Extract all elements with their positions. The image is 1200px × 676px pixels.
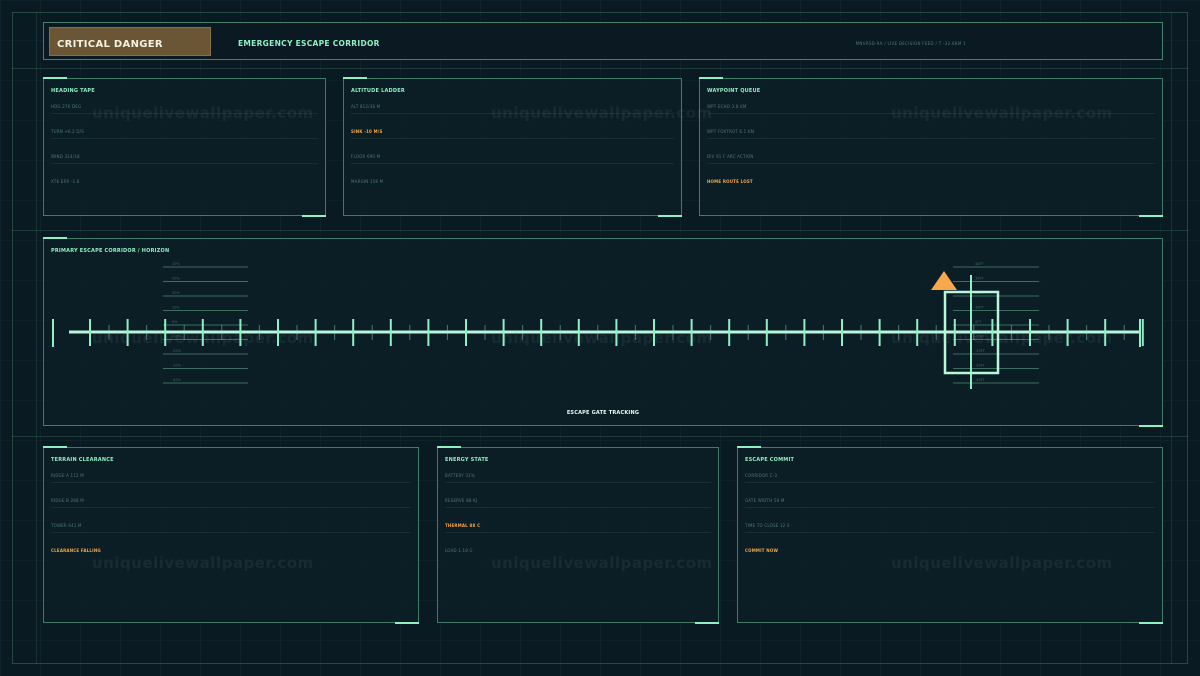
panel-corner [395, 622, 419, 624]
waypoint-row-warning: HOME ROUTE LOST [707, 179, 753, 184]
row-divider [351, 113, 674, 114]
panel-corner [1139, 622, 1163, 624]
energy-state-panel: ENERGY STATE BATTERY 31% RESERVE 88 KJ T… [437, 446, 719, 624]
frame-divider [12, 436, 1188, 437]
row-divider [445, 532, 711, 533]
escape-commit-panel: ESCAPE COMMIT CORRIDOR C-3 GATE WIDTH 58… [737, 446, 1163, 624]
terrain-clearance-panel: TERRAIN CLEARANCE RIDGE A 112 M RIDGE B … [43, 446, 419, 624]
panel-title: ESCAPE COMMIT [745, 457, 795, 463]
panel-corner [343, 77, 367, 79]
altitude-ladder-label: -20FT [975, 349, 986, 353]
row-divider [707, 138, 1155, 139]
heading-row: TURN +6.2 D/S [51, 129, 84, 134]
pitch-ladder-label: 20% [172, 291, 180, 295]
pitch-ladder-label: 30% [172, 277, 180, 281]
altitude-row-warning: SINK -10 M/S [351, 129, 383, 134]
row-divider [351, 138, 674, 139]
row-divider [745, 532, 1155, 533]
terrain-row-warning: CLEARANCE FALLING [51, 548, 101, 553]
altitude-row: FLOOR 690 M [351, 154, 381, 159]
energy-row: LOAD 1.18 G [445, 548, 473, 553]
heading-tape-panel: HEADING TAPE HDG 276 DEG TURN +6.2 D/S W… [43, 77, 326, 217]
commit-row: GATE WIDTH 58 M [745, 498, 785, 503]
terrain-row: TOWER 641 M [51, 523, 82, 528]
waypoint-row: DIV 91 F ARC ACTION [707, 154, 754, 159]
altitude-ladder-label: -10FT [975, 335, 986, 339]
row-divider [745, 482, 1155, 483]
critical-danger-badge: CRITICAL DANGER [49, 27, 211, 56]
frame-divider [1171, 12, 1172, 664]
heading-row: HDG 276 DEG [51, 104, 82, 109]
row-divider [51, 532, 411, 533]
header-bar: CRITICAL DANGER EMERGENCY ESCAPE CORRIDO… [43, 22, 1163, 60]
panel-title: ENERGY STATE [445, 457, 489, 463]
commit-row: TIME TO CLOSE 12 S [745, 523, 790, 528]
row-divider [51, 163, 318, 164]
panel-corner [695, 622, 719, 624]
terrain-row: RIDGE A 112 M [51, 473, 84, 478]
heading-row: XTK ERR -1.8 [51, 179, 80, 184]
pitch-ladder-label: 0% [172, 320, 178, 324]
warning-triangle-icon [931, 271, 957, 290]
altitude-ladder-label: 30FT [975, 277, 984, 281]
pitch-ladder-label: 10% [172, 262, 180, 266]
altitude-row: ALT 812/36 M [351, 104, 381, 109]
energy-row: RESERVE 88 KJ [445, 498, 478, 503]
status-label: CRITICAL DANGER [57, 39, 163, 50]
row-divider [707, 113, 1155, 114]
row-divider [51, 113, 318, 114]
pitch-ladder-label: -30% [172, 364, 182, 368]
row-divider [351, 163, 674, 164]
panel-corner [699, 77, 723, 79]
waypoint-row: WPT FOXTROT 6.1 KM [707, 129, 755, 134]
gate-tracking-label: ESCAPE GATE TRACKING [566, 410, 640, 416]
page-title: EMERGENCY ESCAPE CORRIDOR [238, 39, 380, 48]
pitch-ladder-label: -20% [172, 349, 182, 353]
commit-row: CORRIDOR C-3 [745, 473, 778, 478]
pitch-ladder-label: 10% [172, 306, 180, 310]
panel-title: HEADING TAPE [51, 88, 95, 94]
energy-row: BATTERY 31% [445, 473, 475, 478]
row-divider [51, 507, 411, 508]
altitude-ladder-label: 40FT [975, 262, 984, 266]
panel-corner [737, 446, 761, 448]
frame-divider [12, 230, 1188, 231]
row-divider [51, 138, 318, 139]
panel-corner [658, 215, 682, 217]
row-divider [707, 163, 1155, 164]
panel-corner [302, 215, 326, 217]
pitch-ladder-label: -40% [172, 378, 182, 382]
pitch-ladder-label: -10% [172, 335, 182, 339]
horizon-display: 10%30%20%10%0%-10%-20%-30%-40% 40FT30FT2… [52, 262, 1144, 389]
panel-corner [43, 446, 67, 448]
altitude-ladder-label: -40FT [975, 378, 986, 382]
panel-corner [1139, 215, 1163, 217]
altitude-ladder-panel: ALTITUDE LADDER ALT 812/36 M SINK -10 M/… [343, 77, 682, 217]
waypoint-queue-panel: WAYPOINT QUEUE WPT ECHO 3.8 KM WPT FOXTR… [699, 77, 1163, 217]
heading-row: WIND 314/18 [51, 154, 80, 159]
waypoint-row: WPT ECHO 3.8 KM [707, 104, 747, 109]
panel-corner [43, 77, 67, 79]
row-divider [445, 507, 711, 508]
panel-title: WAYPOINT QUEUE [707, 88, 761, 94]
frame-divider [12, 68, 1188, 69]
escape-corridor-panel: PRIMARY ESCAPE CORRIDOR / HORIZON 10% 30%… [43, 237, 1163, 427]
row-divider [51, 482, 411, 483]
terrain-row: RIDGE B 268 M [51, 498, 84, 503]
altitude-row: MARGIN 158 M [351, 179, 384, 184]
altitude-ladder-label: 10FT [975, 306, 984, 310]
altitude-ladder-label: 0FT [975, 320, 982, 324]
frame-divider [36, 12, 37, 664]
panel-title: ALTITUDE LADDER [351, 88, 405, 94]
panel-title: TERRAIN CLEARANCE [51, 457, 114, 463]
row-divider [445, 482, 711, 483]
row-divider [745, 507, 1155, 508]
commit-now-button[interactable]: COMMIT NOW [745, 548, 778, 553]
energy-row-warning: THERMAL 88 C [445, 523, 481, 528]
panel-corner [437, 446, 461, 448]
header-meta: MNVRSD-9A / LIVE DECISION FEED / T -32.6… [855, 41, 966, 46]
altitude-ladder-label: -30FT [975, 364, 986, 368]
